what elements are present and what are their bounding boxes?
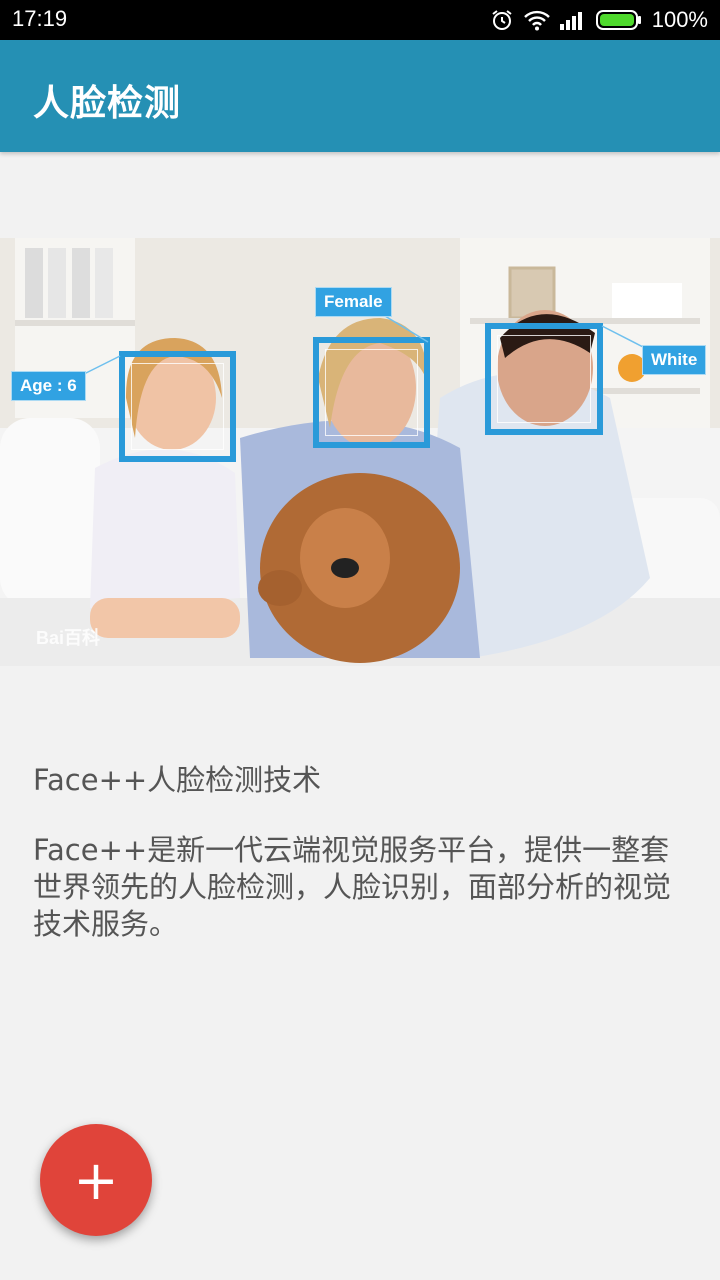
race-tag: White (642, 345, 707, 375)
add-button[interactable]: + (40, 1124, 152, 1236)
age-tag: Age : 6 (11, 371, 86, 401)
status-icons: 100% (490, 5, 708, 35)
alarm-icon (490, 8, 514, 32)
app-bar: 人脸检测 (0, 40, 720, 152)
headline: Face++人脸检测技术 (33, 763, 322, 797)
description: Face++是新一代云端视觉服务平台，提供一整套世界领先的人脸检测，人脸识别，面… (33, 833, 672, 941)
plus-icon: + (73, 1148, 119, 1212)
gender-tag: Female (315, 287, 392, 317)
face-box-child (119, 351, 236, 462)
baidu-watermark: Bai百科 (36, 628, 101, 648)
status-bar: 17:19 100% (0, 0, 720, 40)
battery-percent: 100% (651, 7, 708, 32)
status-time: 17:19 (12, 6, 68, 31)
page-title: 人脸检测 (33, 83, 182, 124)
wifi-icon (523, 9, 550, 31)
face-box-mother (313, 337, 430, 448)
face-box-father (485, 323, 603, 435)
hero-image: Age : 6 Female White Bai百科 (0, 238, 720, 666)
signal-icon (559, 10, 586, 30)
battery-icon (595, 9, 642, 31)
